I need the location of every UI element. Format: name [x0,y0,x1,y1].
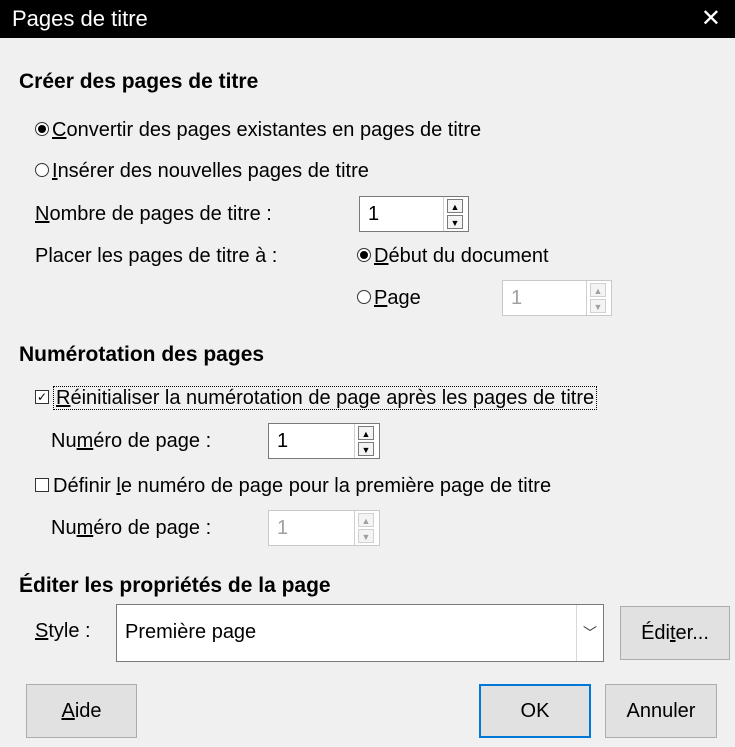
checkbox-indicator[interactable]: ✓ [35,389,49,404]
start-label: Début du document [374,245,549,267]
help-button[interactable]: Aide [26,684,137,738]
checkbox-indicator[interactable] [35,477,49,492]
style-dropdown[interactable]: Première page ﹀ [116,604,604,662]
reset-checkbox[interactable]: ✓ Réinitialiser la numérotation de page a… [35,386,598,410]
ok-button[interactable]: OK [479,684,591,738]
title-count-value: 1 [368,203,380,225]
radio-indicator[interactable] [357,289,371,304]
edit-heading: Éditer les propriétés de la page [19,574,331,597]
reset-page-number-label: Numéro de page : [51,430,212,452]
title-count-label: Nombre de pages de titre : [35,203,272,225]
title-count-spinner[interactable]: 1 ▲ ▼ [359,196,469,232]
chevron-up-icon: ▲ [358,513,374,527]
title-bar: Pages de titre ✕ [0,0,735,38]
reset-label: Réinitialiser la numérotation de page ap… [53,386,598,410]
radio-indicator[interactable] [35,162,49,177]
close-icon[interactable]: ✕ [701,4,721,33]
chevron-up-icon[interactable]: ▲ [358,426,374,440]
page-radio[interactable]: Page [357,287,421,310]
chevron-down-icon: ▼ [590,299,606,313]
radio-indicator[interactable] [35,121,49,136]
define-page-number-label: Numéro de page : [51,517,212,539]
define-checkbox[interactable]: Définir le numéro de page pour la premiè… [35,475,551,498]
convert-radio[interactable]: Convertir des pages existantes en pages … [35,119,481,142]
chevron-down-icon: ▼ [358,529,374,543]
edit-button[interactable]: Éditer... [620,606,730,660]
insert-label: Insérer des nouvelles pages de titre [52,160,369,182]
chevron-up-icon[interactable]: ▲ [447,199,463,213]
cancel-button[interactable]: Annuler [605,684,717,738]
page-spinner: 1 ▲ ▼ [502,280,612,316]
style-label: Style : [35,620,91,642]
dialog-title: Pages de titre [12,6,148,31]
insert-radio[interactable]: Insérer des nouvelles pages de titre [35,160,369,183]
place-label: Placer les pages de titre à : [35,245,278,267]
page-value: 1 [511,287,523,309]
reset-page-number-value: 1 [277,430,289,452]
define-label: Définir le numéro de page pour la premiè… [53,475,552,497]
chevron-down-icon[interactable]: ﹀ [576,605,603,661]
reset-page-number-spinner[interactable]: 1 ▲ ▼ [268,423,380,459]
define-page-number-value: 1 [277,517,289,539]
numbering-heading: Numérotation des pages [19,343,265,366]
create-heading: Créer des pages de titre [19,70,259,93]
chevron-up-icon: ▲ [590,283,606,297]
define-page-number-spinner: 1 ▲ ▼ [268,510,380,546]
start-radio[interactable]: Début du document [357,245,549,268]
radio-indicator[interactable] [357,247,371,262]
convert-label: Convertir des pages existantes en pages … [52,119,482,141]
chevron-down-icon[interactable]: ▼ [358,442,374,456]
chevron-down-icon[interactable]: ▼ [447,215,463,229]
page-label: Page [374,287,421,309]
style-value: Première page [125,621,257,643]
